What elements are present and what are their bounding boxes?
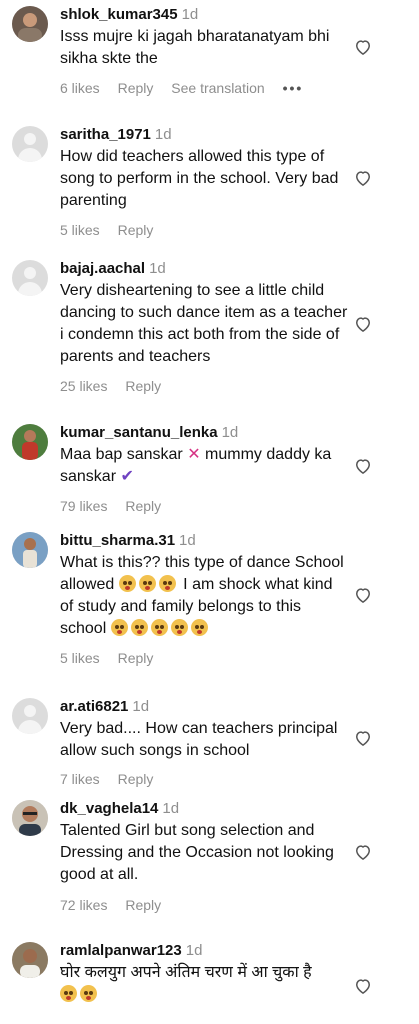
like-count[interactable]: 5 likes xyxy=(60,650,100,666)
heart-outline-icon[interactable] xyxy=(353,456,373,476)
flushed-face-emoji-icon xyxy=(80,985,97,1002)
reply-button[interactable]: Reply xyxy=(125,897,161,913)
like-count[interactable]: 7 likes xyxy=(60,771,100,787)
flushed-face-emoji-icon xyxy=(110,619,128,636)
flushed-face-emoji-icon xyxy=(60,985,77,1002)
username[interactable]: bajaj.aachal xyxy=(60,260,145,277)
heart-outline-icon[interactable] xyxy=(353,976,373,996)
comment-text: Isss mujre ki jagah bharatanatyam bhi si… xyxy=(60,28,330,67)
username[interactable]: dk_vaghela14 xyxy=(60,800,158,817)
timestamp: 1d xyxy=(132,698,150,715)
comment-text-part: Maa bap sanskar xyxy=(60,446,183,463)
reply-button[interactable]: Reply xyxy=(125,378,161,394)
flushed-face-emoji-icon xyxy=(118,575,136,592)
username[interactable]: shlok_kumar345 xyxy=(60,6,178,23)
comment-text: Very bad.... How can teachers principal … xyxy=(60,720,338,759)
avatar[interactable] xyxy=(12,800,48,836)
username[interactable]: ar.ati6821 xyxy=(60,698,128,715)
heart-outline-icon[interactable] xyxy=(353,168,373,188)
flushed-face-emoji-icon xyxy=(170,619,188,636)
reply-button[interactable]: Reply xyxy=(118,771,154,787)
username[interactable]: bittu_sharma.31 xyxy=(60,532,175,549)
avatar[interactable] xyxy=(12,424,48,460)
like-count[interactable]: 79 likes xyxy=(60,498,107,514)
flushed-face-emoji-icon xyxy=(150,619,168,636)
timestamp: 1d xyxy=(185,942,203,959)
avatar[interactable] xyxy=(12,6,48,42)
see-translation-button[interactable]: See translation xyxy=(171,80,264,96)
comment-text: Very disheartening to see a little child… xyxy=(60,282,348,365)
timestamp: 1d xyxy=(221,424,239,441)
heart-outline-icon[interactable] xyxy=(353,728,373,748)
more-options-icon[interactable]: ••• xyxy=(283,80,304,96)
heart-outline-icon[interactable] xyxy=(353,585,373,605)
timestamp: 1d xyxy=(179,532,196,549)
reply-button[interactable]: Reply xyxy=(118,80,154,96)
flushed-face-emoji-icon xyxy=(130,619,148,636)
like-count[interactable]: 25 likes xyxy=(60,378,107,394)
avatar[interactable] xyxy=(12,260,48,296)
heart-outline-icon[interactable] xyxy=(353,842,373,862)
avatar[interactable] xyxy=(12,942,48,978)
like-count[interactable]: 5 likes xyxy=(60,222,100,238)
username[interactable]: saritha_1971 xyxy=(60,126,151,143)
comment-text: Talented Girl but song selection and Dre… xyxy=(60,822,334,883)
like-count[interactable]: 72 likes xyxy=(60,897,107,913)
comment-text: घोर कलयुग अपने अंतिम चरण में आ चुका है xyxy=(60,962,350,1006)
heart-outline-icon[interactable] xyxy=(353,37,373,57)
reply-button[interactable]: Reply xyxy=(118,650,154,666)
avatar[interactable] xyxy=(12,532,48,568)
like-count[interactable]: 6 likes xyxy=(60,80,100,96)
heart-outline-icon[interactable] xyxy=(353,314,373,334)
comment-text: How did teachers allowed this type of so… xyxy=(60,148,339,209)
avatar[interactable] xyxy=(12,698,48,734)
comment-text: What is this?? this type of dance School… xyxy=(60,552,350,640)
reply-button[interactable]: Reply xyxy=(125,498,161,514)
username[interactable]: ramlalpanwar123 xyxy=(60,942,182,959)
avatar[interactable] xyxy=(12,126,48,162)
timestamp: 1d xyxy=(162,800,180,817)
comment-text-part: घोर कलयुग अपने अंतिम चरण में आ चुका है xyxy=(60,964,312,981)
username[interactable]: kumar_santanu_lenka xyxy=(60,424,218,441)
reply-button[interactable]: Reply xyxy=(118,222,154,238)
flushed-face-emoji-icon xyxy=(158,575,176,592)
flushed-face-emoji-icon xyxy=(138,575,156,592)
check-mark-icon: ✔ xyxy=(120,468,134,485)
comment-text: Maa bap sanskar ✕ mummy daddy ka sanskar… xyxy=(60,444,350,488)
timestamp: 1d xyxy=(149,260,166,277)
flushed-face-emoji-icon xyxy=(190,619,208,636)
timestamp: 1d xyxy=(181,6,199,23)
timestamp: 1d xyxy=(154,126,172,143)
cross-mark-icon: ✕ xyxy=(187,446,201,463)
